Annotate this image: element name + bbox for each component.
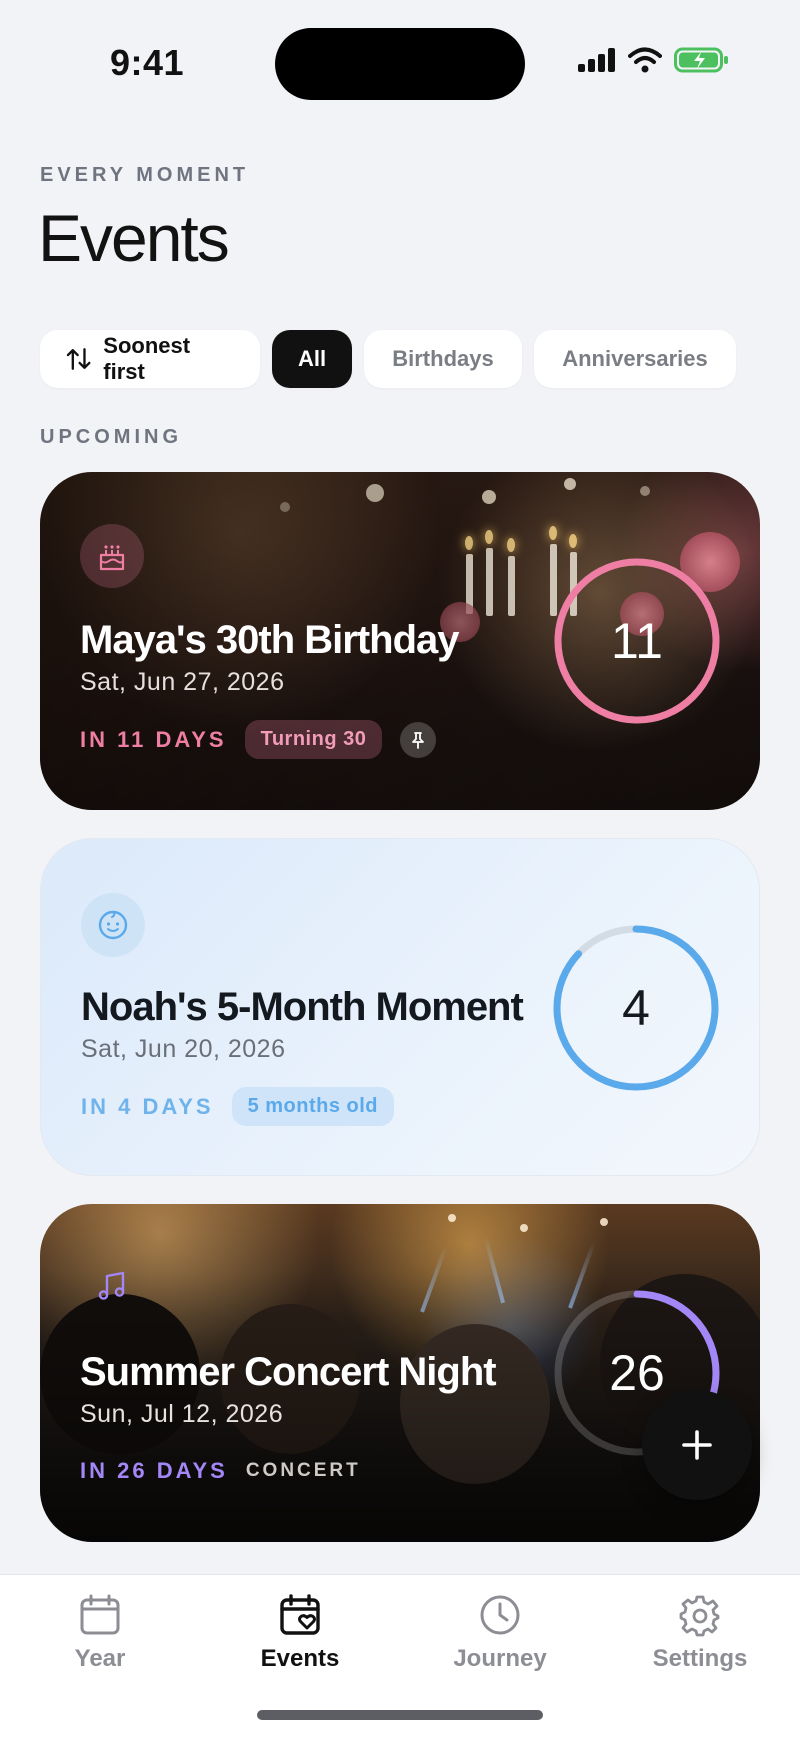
calendar-icon <box>80 1594 120 1635</box>
dynamic-island <box>275 28 525 100</box>
add-event-button[interactable] <box>642 1390 752 1500</box>
event-meta: IN 26 DAYS CONCERT <box>80 1452 361 1490</box>
page-title: Events <box>38 201 230 275</box>
event-meta: IN 4 DAYS 5 months old <box>81 1087 395 1126</box>
tab-label: Year <box>74 1645 126 1672</box>
baby-face-icon <box>81 893 145 957</box>
battery-charging-icon <box>674 47 728 73</box>
tab-label: Settings <box>652 1645 748 1672</box>
plus-icon <box>682 1430 712 1460</box>
event-countdown: IN 26 DAYS <box>80 1458 228 1483</box>
event-date: Sat, Jun 27, 2026 <box>80 668 285 696</box>
clock-icon <box>480 1595 520 1635</box>
event-card-milestone[interactable]: Noah's 5-Month Moment Sat, Jun 20, 2026 … <box>40 838 760 1176</box>
event-date: Sun, Jul 12, 2026 <box>80 1400 284 1428</box>
event-date: Sat, Jun 20, 2026 <box>81 1035 286 1063</box>
event-tag: 5 months old <box>231 1087 395 1126</box>
header-eyebrow: EVERY MOMENT <box>40 164 250 186</box>
tab-journey[interactable]: Journey <box>430 1593 570 1673</box>
status-time: 9:41 <box>110 42 185 83</box>
filter-bar: Soonest first All Birthdays Anniversarie… <box>40 330 736 388</box>
wifi-icon <box>628 47 662 73</box>
countdown-days: 11 <box>611 613 663 669</box>
event-card-birthday[interactable]: Maya's 30th Birthday Sat, Jun 27, 2026 I… <box>40 472 760 810</box>
tab-label: Events <box>260 1645 340 1672</box>
sort-button[interactable]: Soonest first <box>40 330 260 388</box>
filter-chip-birthdays[interactable]: Birthdays <box>364 330 522 388</box>
status-bar: 9:41 <box>0 0 800 130</box>
music-note-icon <box>80 1254 144 1318</box>
pin-icon[interactable] <box>400 721 437 758</box>
section-upcoming-label: UPCOMING <box>40 426 182 448</box>
event-meta: IN 11 DAYS Turning 30 <box>80 720 437 759</box>
cake-icon <box>80 524 144 588</box>
filter-chip-anniversaries[interactable]: Anniversaries <box>534 330 736 388</box>
calendar-heart-icon <box>280 1594 320 1635</box>
tab-events[interactable]: Events <box>230 1593 370 1673</box>
tab-settings[interactable]: Settings <box>630 1593 770 1673</box>
status-icons <box>578 46 730 74</box>
event-tag: Turning 30 <box>244 720 383 759</box>
event-countdown: IN 4 DAYS <box>81 1093 214 1119</box>
cellular-signal-icon <box>578 48 615 72</box>
event-card-concert[interactable]: Summer Concert Night Sun, Jul 12, 2026 I… <box>40 1204 760 1542</box>
event-title: Maya's 30th Birthday <box>80 618 460 662</box>
home-indicator <box>257 1710 543 1720</box>
filter-chip-all[interactable]: All <box>272 330 352 388</box>
event-tag: CONCERT <box>245 1460 361 1481</box>
gear-icon <box>679 1595 720 1637</box>
event-title: Noah's 5-Month Moment <box>81 985 524 1029</box>
sort-arrows-icon <box>66 348 91 370</box>
sort-label: Soonest first <box>103 333 191 384</box>
tab-label: Journey <box>453 1645 547 1672</box>
event-countdown: IN 11 DAYS <box>80 726 227 752</box>
countdown-days: 4 <box>622 980 650 1036</box>
event-title: Summer Concert Night <box>80 1350 497 1394</box>
tab-year[interactable]: Year <box>30 1593 170 1673</box>
